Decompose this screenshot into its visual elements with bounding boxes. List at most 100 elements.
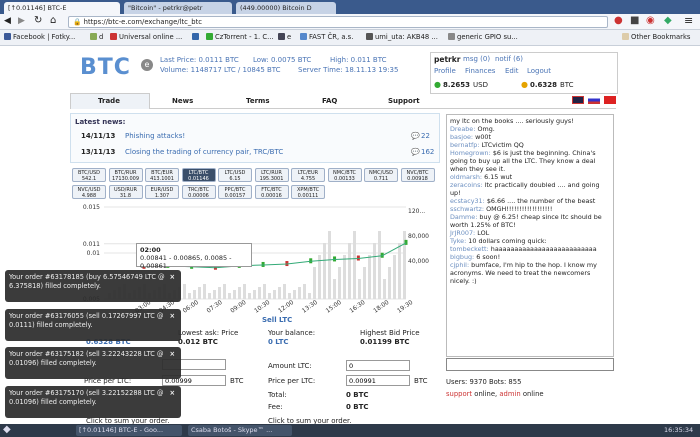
chat-user[interactable]: sschwartz:	[450, 205, 484, 213]
sell-price-input[interactable]	[346, 375, 410, 386]
chat-message: Homegrown: $6 is just the beginning. Chi…	[450, 149, 610, 173]
volume-bar	[373, 243, 376, 299]
news-count[interactable]: 162	[421, 148, 434, 156]
back-icon[interactable]: ◀	[4, 16, 11, 26]
bookmark-icon	[192, 33, 199, 40]
bookmark-umi-uta[interactable]: umi_uta: AKB48 ...	[366, 33, 438, 41]
reload-icon[interactable]: ↻	[34, 15, 42, 26]
pair-price: 195.3001	[259, 176, 284, 182]
pair-usd-rur[interactable]: USD/RUR 31.8	[108, 185, 143, 199]
chat-user[interactable]: basjoe:	[450, 133, 473, 141]
edit-link[interactable]: Edit	[505, 67, 519, 75]
pair-price: 0.00006	[188, 193, 209, 199]
sell-amount-input[interactable]	[346, 360, 410, 371]
pair-ltc-rur[interactable]: LTC/RUR 195.3001	[254, 168, 289, 182]
close-icon[interactable]: ×	[169, 389, 175, 398]
lowest-ask-label: Lowest ask: Price	[178, 329, 239, 337]
chat-panel[interactable]: my ltc on the books .... seriously guys!…	[446, 114, 614, 357]
pair-ltc-btc[interactable]: LTC/BTC 0.01146	[181, 168, 216, 182]
pair-xpm-btc[interactable]: XPM/BTC 0.00111	[291, 185, 325, 199]
y2-tick-label: 40,000	[408, 258, 429, 265]
close-icon[interactable]: ×	[169, 350, 175, 359]
chat-user[interactable]: cjphil:	[450, 261, 469, 269]
extension-icon[interactable]: ●	[614, 15, 623, 26]
extension-icon-2[interactable]: ■	[630, 15, 639, 26]
taskbar-skype[interactable]: Csaba Botoš - Skype™ ...	[188, 425, 292, 436]
bookmark-facebook[interactable]: Facebook | Fotky...	[4, 33, 75, 41]
profile-link[interactable]: Profile	[434, 67, 456, 75]
volume-bar	[263, 284, 266, 299]
pair-btc-usd[interactable]: BTC/USD 542.1	[72, 168, 106, 182]
btc-ext-icon[interactable]: ◆	[664, 15, 672, 26]
chat-message: zeracoins: ltc practically doubled .... …	[450, 181, 610, 197]
pair-btc-eur[interactable]: BTC/EUR 413.1001	[145, 168, 179, 182]
volume-bar	[298, 287, 301, 299]
bookmark-other[interactable]: Other Bookmarks	[622, 33, 690, 41]
logout-link[interactable]: Logout	[527, 67, 551, 75]
forward-icon[interactable]: ▶	[18, 16, 25, 26]
bookmark-fast[interactable]: FAST ČR, a.s.	[300, 33, 353, 41]
start-icon[interactable]: ◆	[3, 424, 11, 435]
bookmark-e[interactable]: e	[278, 33, 291, 41]
chat-text: bumface, I'm hip to the hop. I know my a…	[450, 261, 597, 285]
bookmark-gpio[interactable]: generic GPIO su...	[448, 33, 518, 41]
pair-ltc-usd[interactable]: LTC/USD 6.15	[218, 168, 252, 182]
close-icon[interactable]: ×	[169, 312, 175, 321]
chat-user[interactable]: Tyke:	[450, 237, 466, 245]
chat-user[interactable]: Dreabe:	[450, 125, 475, 133]
news-count[interactable]: 22	[421, 132, 430, 140]
chat-text: OMGH!!!!!!!!!!!!!!!!!!	[486, 205, 553, 213]
chat-user[interactable]: bernatfp:	[450, 141, 479, 149]
chat-text: LTCvictim QQ	[481, 141, 524, 149]
pair-ltc-eur[interactable]: LTC/EUR 4.755	[291, 168, 325, 182]
chat-user[interactable]: JrJR007:	[450, 229, 475, 237]
notif-link[interactable]: notif (6)	[495, 55, 523, 63]
order-toast: Your order #63176055 (sell 0.17267997 LT…	[5, 309, 181, 341]
chat-user[interactable]: tombeckett:	[450, 245, 489, 253]
bookmark-blank[interactable]	[192, 33, 201, 41]
bookmark-universal[interactable]: Universal online ...	[110, 33, 182, 41]
tab-terms[interactable]: Terms	[246, 97, 270, 105]
opera-icon[interactable]: ◉	[646, 15, 655, 26]
btce-logo[interactable]: BTC	[80, 55, 131, 80]
pair-ftc-btc[interactable]: FTC/BTC 0.00016	[254, 185, 289, 199]
msg-link[interactable]: msg (0)	[463, 55, 490, 63]
chat-input[interactable]	[446, 358, 614, 371]
chat-user[interactable]: zeracoins:	[450, 181, 483, 189]
pair-nmc-usd[interactable]: NMC/USD 0.711	[364, 168, 398, 182]
pair-eur-usd[interactable]: EUR/USD 1.307	[145, 185, 179, 199]
bookmark-d[interactable]: d	[90, 33, 103, 41]
pair-nvc-btc[interactable]: NVC/BTC 0.00918	[400, 168, 435, 182]
tab-gmail[interactable]: "Bitcoin" - petrkr@petr	[124, 2, 232, 14]
home-icon[interactable]: ⌂	[50, 15, 56, 26]
url-input[interactable]: 🔒 https://btc-e.com/exchange/ltc_btc	[68, 16, 608, 28]
tab-btce[interactable]: [↑0.01146] BTC-E	[4, 2, 120, 14]
finances-link[interactable]: Finances	[465, 67, 495, 75]
news-link[interactable]: Phishing attacks!	[125, 132, 185, 140]
tab-trade[interactable]: Trade	[98, 97, 120, 105]
bookmark-cztorrent[interactable]: CzTorrent - 1. C...	[206, 33, 274, 41]
chat-user[interactable]: Damme:	[450, 213, 477, 221]
menu-icon[interactable]: ≡	[684, 14, 693, 27]
pair-nmc-btc[interactable]: NMC/BTC 0.00133	[327, 168, 362, 182]
news-link[interactable]: Closing the trading of currency pair, TR…	[125, 148, 283, 156]
taskbar-chrome[interactable]: [↑0.01146] BTC-E - Goo...	[76, 425, 182, 436]
close-icon[interactable]: ×	[169, 273, 175, 282]
tab-support[interactable]: Support	[388, 97, 420, 105]
chat-user[interactable]: oldmarsh:	[450, 173, 482, 181]
pair-ppc-btc[interactable]: PPC/BTC 0.00157	[218, 185, 252, 199]
logo-e-badge: e	[141, 59, 153, 71]
admin-link[interactable]: admin	[499, 390, 520, 398]
pair-nvc-usd[interactable]: NVC/USD 4.988	[72, 185, 106, 199]
tab-bitcoin[interactable]: (449.00000) Bitcoin D	[236, 2, 336, 14]
pair-btc-rur[interactable]: BTC/RUR 17130.009	[108, 168, 143, 182]
chat-user[interactable]: bigbug:	[450, 253, 474, 261]
chat-user[interactable]: Homegrown:	[450, 149, 491, 157]
tab-faq[interactable]: FAQ	[322, 97, 337, 105]
chat-user[interactable]: ecstacy31:	[450, 197, 485, 205]
pair-trc-btc[interactable]: TRC/BTC 0.00006	[181, 185, 216, 199]
pair-price: 0.00918	[407, 176, 428, 182]
support-link[interactable]: support	[446, 390, 472, 398]
pair-price: 4.755	[300, 176, 316, 182]
tab-news[interactable]: News	[172, 97, 193, 105]
